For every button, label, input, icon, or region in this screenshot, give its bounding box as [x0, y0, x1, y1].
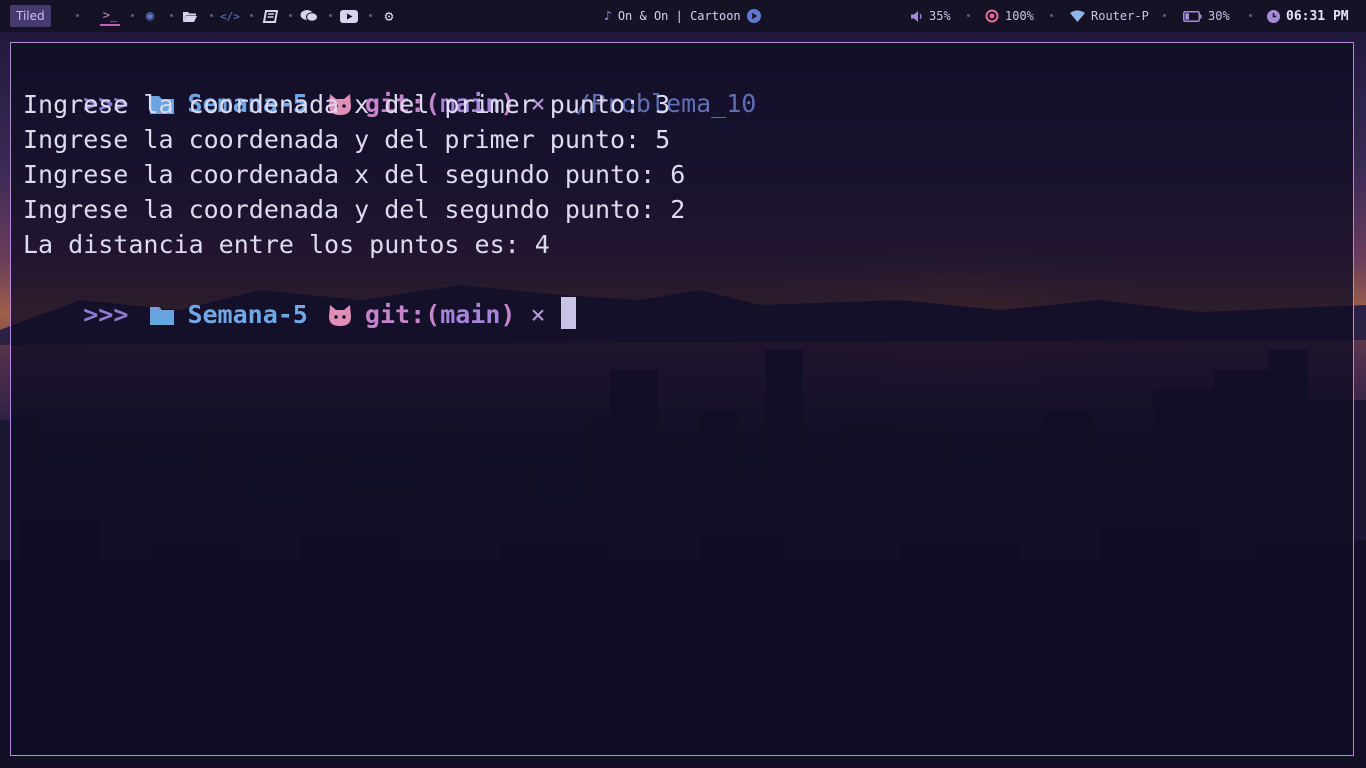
output-line: Ingrese la coordenada y del primer punto… [23, 125, 671, 154]
volume-value: 35% [929, 9, 951, 23]
git-label: git: [364, 300, 426, 329]
separator-dot [967, 14, 970, 17]
separator-dot [250, 14, 253, 17]
text-cursor[interactable] [560, 297, 576, 329]
separator-dot [369, 14, 372, 17]
separator-dot [210, 14, 213, 17]
terminal-icon: >_ [102, 8, 118, 22]
workspace-media[interactable] [339, 6, 359, 26]
workspace-notes[interactable] [260, 6, 280, 26]
chat-icon [300, 10, 318, 22]
output-line: Ingrese la coordenada y del segundo punt… [23, 195, 686, 224]
separator-dot [289, 14, 292, 17]
separator-dot [1249, 14, 1252, 17]
firefox-icon: ◉ [145, 8, 155, 24]
play-icon[interactable] [746, 9, 761, 23]
separator-dot [1050, 14, 1053, 17]
paren-open: ( [425, 300, 441, 329]
layout-indicator[interactable]: Tiled [10, 5, 51, 27]
network-name: Router-P [1091, 9, 1149, 23]
git-dirty-mark: × [530, 300, 546, 329]
battery-icon [1183, 10, 1202, 22]
clock[interactable]: 06:31 PM [1267, 0, 1349, 32]
separator-dot [131, 14, 134, 17]
workspace-terminal[interactable]: >_ [100, 6, 120, 26]
workspace-code[interactable]: </> [220, 6, 240, 26]
book-icon [262, 9, 278, 23]
brightness-value: 100% [1005, 9, 1034, 23]
paren-close: ) [500, 300, 516, 329]
code-icon: </> [220, 9, 240, 23]
workspace-files[interactable] [180, 6, 200, 26]
folder-open-icon [183, 11, 197, 22]
now-playing[interactable]: ♪ On & On | Cartoon [604, 0, 761, 32]
workspace-settings[interactable]: ⚙ [379, 6, 399, 26]
gear-icon: ⚙ [384, 7, 394, 25]
folder-icon [150, 307, 175, 325]
output-line: La distancia entre los puntos es: 4 [23, 230, 550, 259]
prompt-line[interactable]: >>> Semana-5 git:(main) × [23, 263, 576, 329]
terminal-window[interactable]: >>> Semana-5 git:(main) × ./Problema_10 … [10, 42, 1354, 756]
workspace-chat[interactable] [299, 6, 319, 26]
separator-dot [170, 14, 173, 17]
youtube-icon [340, 9, 358, 23]
separator-dot [76, 14, 79, 17]
workspace-browser[interactable]: ◉ [140, 6, 160, 26]
now-playing-title: On & On | Cartoon [617, 9, 741, 23]
brightness-icon [985, 9, 999, 23]
battery-indicator[interactable]: 30% [1183, 0, 1230, 32]
music-note-icon: ♪ [604, 8, 612, 24]
separator-dot [1163, 14, 1166, 17]
separator-dot [329, 14, 332, 17]
battery-fill [1185, 12, 1190, 20]
volume-indicator[interactable]: 35% [911, 0, 951, 32]
volume-icon [911, 10, 922, 22]
wifi-icon [1070, 10, 1085, 22]
network-indicator[interactable]: Router-P [1070, 0, 1149, 32]
clock-icon [1267, 9, 1280, 23]
output-line: Ingrese la coordenada x del primer punto… [23, 90, 671, 119]
git-branch: main [440, 300, 501, 329]
output-line: Ingrese la coordenada x del segundo punt… [23, 160, 686, 189]
current-directory: Semana-5 [187, 300, 308, 329]
battery-value: 30% [1208, 9, 1230, 23]
github-cat-icon [328, 305, 351, 326]
brightness-indicator[interactable]: 100% [985, 0, 1034, 32]
prompt-line: >>> Semana-5 git:(main) × ./Problema_10 [23, 53, 756, 118]
status-bar: Tiled >_ ◉ </> ⚙ ♪ On & On | Cartoon 35% [0, 0, 1366, 32]
clock-time: 06:31 PM [1286, 8, 1349, 24]
prompt-symbol: >>> [83, 300, 129, 329]
